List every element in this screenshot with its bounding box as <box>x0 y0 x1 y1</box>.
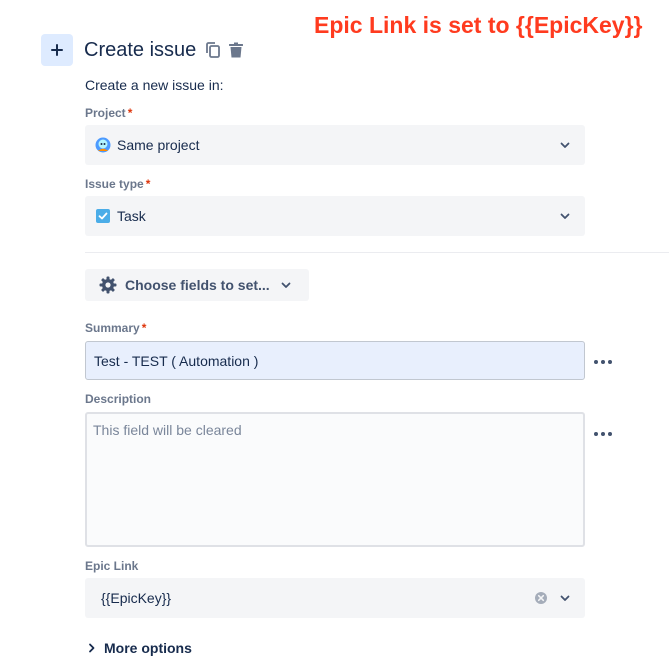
summary-label-text: Summary <box>85 321 140 335</box>
issue-type-value: Task <box>117 208 146 224</box>
chevron-down-icon <box>560 595 570 601</box>
add-action-button[interactable] <box>41 34 73 66</box>
epic-link-select[interactable]: {{EpicKey}} <box>85 578 585 618</box>
choose-fields-button[interactable]: Choose fields to set... <box>85 269 309 301</box>
chevron-down-icon <box>281 282 291 288</box>
summary-input[interactable] <box>85 341 585 380</box>
description-label: Description <box>85 392 152 406</box>
issue-type-select[interactable]: Task <box>85 196 585 236</box>
chevron-down-icon <box>560 142 570 148</box>
description-more-button[interactable] <box>593 424 613 436</box>
clear-icon[interactable] <box>534 591 548 605</box>
epic-link-value: {{EpicKey}} <box>101 590 172 606</box>
project-value: Same project <box>117 137 200 153</box>
annotation-text: Epic Link is set to {{EpicKey}} <box>314 12 643 38</box>
required-marker: * <box>127 106 133 120</box>
summary-more-button[interactable] <box>593 352 613 364</box>
required-marker: * <box>145 177 151 191</box>
issue-type-label-text: Issue type <box>85 177 144 191</box>
required-marker: * <box>141 321 147 335</box>
trash-icon <box>229 42 243 58</box>
chevron-down-icon <box>560 213 570 219</box>
issue-type-label: Issue type * <box>85 177 150 191</box>
intro-text: Create a new issue in: <box>85 77 224 93</box>
more-horizontal-icon <box>594 360 612 364</box>
page-title: Create issue <box>84 39 197 61</box>
copy-icon <box>206 42 220 58</box>
more-horizontal-icon <box>594 432 612 436</box>
project-label: Project * <box>85 106 132 120</box>
project-select[interactable]: Same project <box>85 125 585 165</box>
gear-icon <box>99 276 117 294</box>
description-textarea[interactable] <box>85 412 585 547</box>
epic-link-label: Epic Link <box>85 559 139 573</box>
more-options-label: More options <box>104 640 192 656</box>
delete-button[interactable] <box>227 41 245 59</box>
project-label-text: Project <box>85 106 126 120</box>
choose-fields-label: Choose fields to set... <box>125 277 270 293</box>
copy-button[interactable] <box>204 41 222 59</box>
plus-icon <box>51 44 63 56</box>
chevron-right-icon <box>89 643 95 653</box>
section-divider <box>85 252 669 253</box>
task-checkbox-icon <box>96 209 110 223</box>
summary-label: Summary * <box>85 321 146 335</box>
more-options-toggle[interactable]: More options <box>88 640 192 656</box>
project-avatar-icon <box>95 137 111 153</box>
